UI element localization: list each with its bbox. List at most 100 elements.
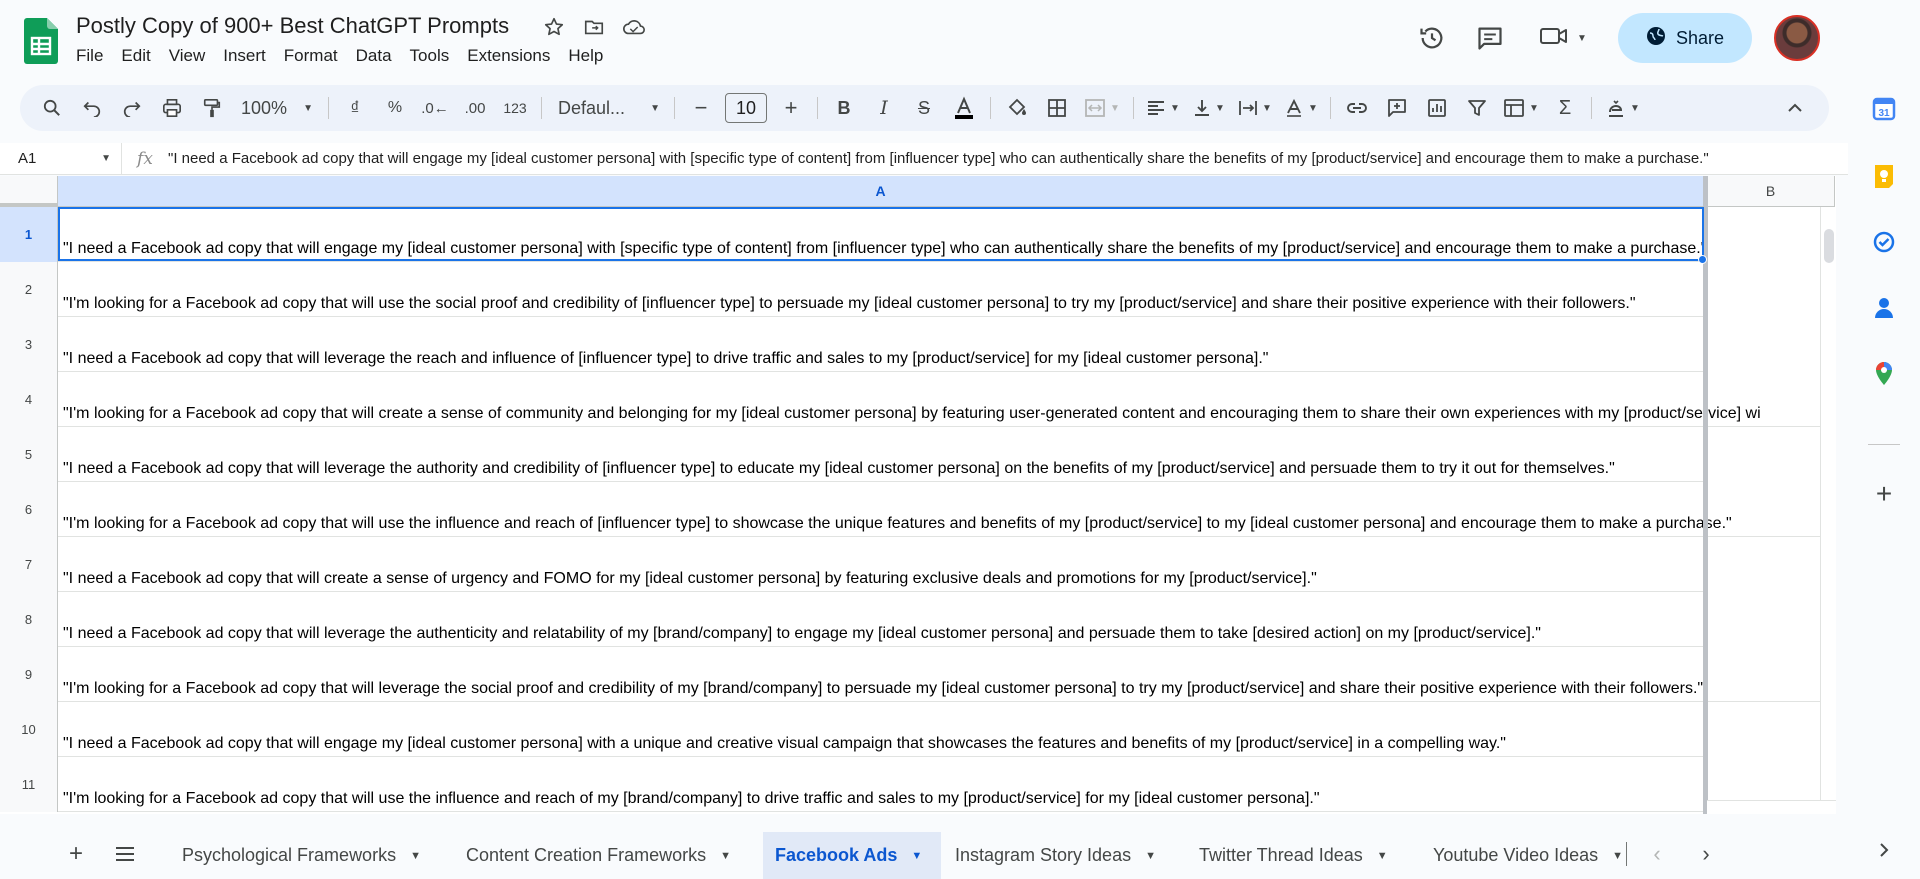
- scroll-tabs-right-icon[interactable]: ›: [1694, 841, 1718, 866]
- menu-insert[interactable]: Insert: [214, 46, 275, 66]
- undo-icon[interactable]: [72, 92, 112, 124]
- paint-format-icon[interactable]: [192, 92, 232, 124]
- vertical-align-icon[interactable]: ▼: [1186, 92, 1232, 124]
- add-sheet-icon[interactable]: +: [64, 840, 88, 867]
- row-header[interactable]: 4: [0, 372, 58, 427]
- number-format-button[interactable]: 123: [495, 92, 535, 124]
- cloud-status-icon[interactable]: [621, 14, 647, 40]
- cell-b9[interactable]: [1707, 647, 1836, 702]
- row-header[interactable]: 3: [0, 317, 58, 372]
- share-button[interactable]: Share: [1618, 13, 1752, 63]
- avatar[interactable]: [1774, 15, 1820, 61]
- collapse-toolbar-icon[interactable]: [1775, 92, 1815, 124]
- frozen-column-divider[interactable]: [1703, 176, 1708, 814]
- cell-a9[interactable]: "I'm looking for a Facebook ad copy that…: [58, 647, 1707, 702]
- cell-a8[interactable]: "I need a Facebook ad copy that will lev…: [58, 592, 1707, 647]
- redo-icon[interactable]: [112, 92, 152, 124]
- text-rotation-icon[interactable]: ▼: [1278, 92, 1324, 124]
- cell-b2[interactable]: [1707, 262, 1836, 317]
- menu-extensions[interactable]: Extensions: [458, 46, 559, 66]
- print-icon[interactable]: [152, 92, 192, 124]
- functions-icon[interactable]: Σ: [1545, 92, 1585, 124]
- borders-icon[interactable]: [1037, 92, 1077, 124]
- tab-twitter-thread-ideas[interactable]: Twitter Thread Ideas ▼: [1187, 832, 1400, 879]
- tab-psychological-frameworks[interactable]: Psychological Frameworks ▼: [170, 832, 433, 879]
- cell-a4[interactable]: "I'm looking for a Facebook ad copy that…: [58, 372, 1761, 427]
- filter-views-icon[interactable]: ▼: [1497, 92, 1545, 124]
- row-header[interactable]: 8: [0, 592, 58, 647]
- vertical-scrollbar[interactable]: [1820, 207, 1836, 814]
- italic-icon[interactable]: I: [864, 92, 904, 124]
- maps-icon[interactable]: [1870, 360, 1898, 388]
- comments-icon[interactable]: [1470, 18, 1510, 58]
- menu-tools[interactable]: Tools: [401, 46, 459, 66]
- currency-icon[interactable]: ₫: [335, 92, 375, 124]
- column-header-a[interactable]: A: [58, 176, 1704, 207]
- decrease-decimal-icon[interactable]: .0←: [415, 92, 455, 124]
- expand-side-panel-icon[interactable]: [1870, 836, 1898, 864]
- percent-button[interactable]: %: [375, 92, 415, 124]
- row-header[interactable]: 10: [0, 702, 58, 757]
- scrollbar-thumb[interactable]: [1824, 229, 1834, 263]
- text-color-icon[interactable]: [944, 92, 984, 124]
- calendar-icon[interactable]: 31: [1870, 95, 1898, 123]
- cell-b7[interactable]: [1707, 537, 1836, 592]
- insert-link-icon[interactable]: [1337, 92, 1377, 124]
- cell-a3[interactable]: "I need a Facebook ad copy that will lev…: [58, 317, 1707, 372]
- name-box[interactable]: A1 ▼: [0, 142, 122, 175]
- tab-content-creation-frameworks[interactable]: Content Creation Frameworks ▼: [454, 832, 743, 879]
- input-tools-icon[interactable]: ▼: [1598, 92, 1648, 124]
- row-header[interactable]: 7: [0, 537, 58, 592]
- tab-instagram-story-ideas[interactable]: Instagram Story Ideas ▼: [943, 832, 1168, 879]
- strikethrough-icon[interactable]: S: [904, 92, 944, 124]
- filter-icon[interactable]: [1457, 92, 1497, 124]
- version-history-icon[interactable]: [1412, 18, 1452, 58]
- row-header[interactable]: 9: [0, 647, 58, 702]
- cell-b8[interactable]: [1707, 592, 1836, 647]
- keep-icon[interactable]: [1870, 162, 1898, 190]
- horizontal-align-icon[interactable]: ▼: [1140, 92, 1186, 124]
- row-header[interactable]: 5: [0, 427, 58, 482]
- select-all-corner[interactable]: [0, 176, 58, 207]
- formula-input[interactable]: "I need a Facebook ad copy that will eng…: [168, 150, 1709, 167]
- menu-format[interactable]: Format: [275, 46, 347, 66]
- meet-button[interactable]: ▼: [1528, 18, 1598, 58]
- cell-a2[interactable]: "I'm looking for a Facebook ad copy that…: [58, 262, 1707, 317]
- cell-a10[interactable]: "I need a Facebook ad copy that will eng…: [58, 702, 1707, 757]
- text-wrapping-icon[interactable]: ▼: [1232, 92, 1278, 124]
- row-header[interactable]: 11: [0, 757, 58, 812]
- font-select[interactable]: Defaul... ▼: [548, 92, 668, 124]
- cell-a11[interactable]: "I'm looking for a Facebook ad copy that…: [58, 757, 1707, 812]
- decrease-font-size-icon[interactable]: −: [681, 92, 721, 124]
- tasks-icon[interactable]: [1870, 228, 1898, 256]
- menu-data[interactable]: Data: [347, 46, 401, 66]
- cell-b1[interactable]: [1707, 207, 1836, 262]
- column-header-b[interactable]: B: [1707, 176, 1835, 207]
- scroll-tabs-left-icon[interactable]: ‹: [1645, 841, 1669, 866]
- menu-edit[interactable]: Edit: [112, 46, 159, 66]
- row-header[interactable]: 6: [0, 482, 58, 537]
- menu-help[interactable]: Help: [559, 46, 612, 66]
- fill-color-icon[interactable]: [997, 92, 1037, 124]
- move-folder-icon[interactable]: [581, 14, 607, 40]
- cell-a5[interactable]: "I need a Facebook ad copy that will lev…: [58, 427, 1707, 482]
- increase-decimal-icon[interactable]: .00: [455, 92, 495, 124]
- increase-font-size-icon[interactable]: +: [771, 92, 811, 124]
- tab-youtube-video-ideas[interactable]: Youtube Video Ideas ▼: [1421, 832, 1631, 879]
- document-title[interactable]: Postly Copy of 900+ Best ChatGPT Prompts: [76, 13, 509, 39]
- all-sheets-icon[interactable]: [112, 842, 138, 866]
- sheets-logo-icon[interactable]: [24, 18, 58, 64]
- cell-b10[interactable]: [1707, 702, 1836, 757]
- row-header[interactable]: 2: [0, 262, 58, 317]
- insert-chart-icon[interactable]: [1417, 92, 1457, 124]
- bold-icon[interactable]: B: [824, 92, 864, 124]
- contacts-icon[interactable]: [1870, 294, 1898, 322]
- horizontal-scrollbar[interactable]: [1707, 800, 1836, 814]
- font-size-input[interactable]: 10: [725, 93, 767, 123]
- add-addon-icon[interactable]: +: [1870, 478, 1898, 509]
- cell-a6[interactable]: "I'm looking for a Facebook ad copy that…: [58, 482, 1732, 537]
- zoom-select[interactable]: 100% ▼: [232, 92, 322, 124]
- cell-b5[interactable]: [1707, 427, 1836, 482]
- cell-a7[interactable]: "I need a Facebook ad copy that will cre…: [58, 537, 1707, 592]
- merge-cells-icon[interactable]: ▼: [1077, 92, 1127, 124]
